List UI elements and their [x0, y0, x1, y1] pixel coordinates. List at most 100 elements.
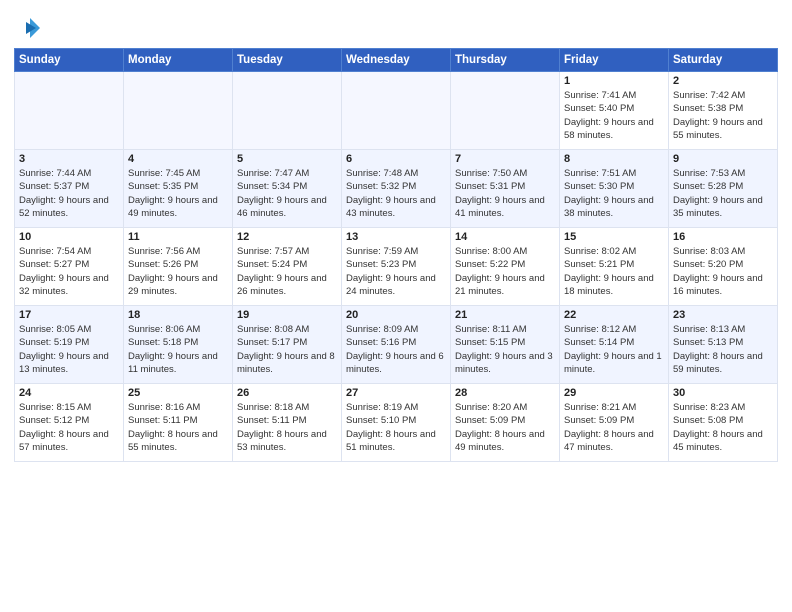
calendar-header: SundayMondayTuesdayWednesdayThursdayFrid…	[15, 49, 778, 72]
day-detail: Sunrise: 8:23 AMSunset: 5:08 PMDaylight:…	[673, 401, 773, 454]
day-number: 7	[455, 153, 555, 165]
weekday-header: Tuesday	[233, 49, 342, 72]
day-detail: Sunrise: 8:06 AMSunset: 5:18 PMDaylight:…	[128, 323, 228, 376]
day-number: 14	[455, 231, 555, 243]
calendar-cell: 15Sunrise: 8:02 AMSunset: 5:21 PMDayligh…	[560, 228, 669, 306]
day-number: 27	[346, 387, 446, 399]
calendar-cell: 5 Sunrise: 7:47 AMSunset: 5:34 PMDaylight…	[233, 150, 342, 228]
day-detail: Sunrise: 7:53 AMSunset: 5:28 PMDaylight:…	[673, 167, 773, 220]
day-number: 2	[673, 75, 773, 87]
logo-icon	[14, 14, 42, 42]
calendar-cell: 1Sunrise: 7:41 AMSunset: 5:40 PMDaylight…	[560, 72, 669, 150]
calendar-cell: 24Sunrise: 8:15 AMSunset: 5:12 PMDayligh…	[15, 384, 124, 462]
calendar-cell: 16Sunrise: 8:03 AMSunset: 5:20 PMDayligh…	[669, 228, 778, 306]
day-detail: Sunrise: 7:42 AMSunset: 5:38 PMDaylight:…	[673, 89, 773, 142]
calendar-week-row: 17 Sunrise: 8:05 AMSunset: 5:19 PMDayligh…	[15, 306, 778, 384]
calendar-cell: 3Sunrise: 7:44 AMSunset: 5:37 PMDaylight…	[15, 150, 124, 228]
day-detail: Sunrise: 8:05 AMSunset: 5:19 PMDaylight:…	[19, 323, 119, 376]
day-number: 25	[128, 387, 228, 399]
weekday-header: Friday	[560, 49, 669, 72]
day-detail: Sunrise: 8:16 AMSunset: 5:11 PMDaylight:…	[128, 401, 228, 454]
day-detail: Sunrise: 8:19 AMSunset: 5:10 PMDaylight:…	[346, 401, 446, 454]
logo	[14, 14, 46, 42]
day-number: 12	[237, 231, 337, 243]
day-detail: Sunrise: 7:54 AMSunset: 5:27 PMDaylight:…	[19, 245, 119, 298]
day-detail: Sunrise: 8:02 AMSunset: 5:21 PMDaylight:…	[564, 245, 664, 298]
day-detail: Sunrise: 7:57 AMSunset: 5:24 PMDaylight:…	[237, 245, 337, 298]
day-detail: Sunrise: 8:08 AMSunset: 5:17 PMDaylight:…	[237, 323, 337, 376]
day-number: 16	[673, 231, 773, 243]
day-detail: Sunrise: 7:56 AMSunset: 5:26 PMDaylight:…	[128, 245, 228, 298]
calendar-week-row: 24Sunrise: 8:15 AMSunset: 5:12 PMDayligh…	[15, 384, 778, 462]
day-number: 20	[346, 309, 446, 321]
calendar-cell: 12 Sunrise: 7:57 AMSunset: 5:24 PMDayligh…	[233, 228, 342, 306]
calendar-cell: 2 Sunrise: 7:42 AMSunset: 5:38 PMDaylight…	[669, 72, 778, 150]
day-number: 28	[455, 387, 555, 399]
header	[14, 10, 778, 42]
weekday-header: Wednesday	[342, 49, 451, 72]
day-number: 18	[128, 309, 228, 321]
calendar-cell: 4Sunrise: 7:45 AMSunset: 5:35 PMDaylight…	[124, 150, 233, 228]
calendar-cell: 28 Sunrise: 8:20 AMSunset: 5:09 PMDayligh…	[451, 384, 560, 462]
day-number: 4	[128, 153, 228, 165]
calendar-cell	[15, 72, 124, 150]
day-number: 6	[346, 153, 446, 165]
day-number: 17	[19, 309, 119, 321]
calendar-cell: 26Sunrise: 8:18 AMSunset: 5:11 PMDayligh…	[233, 384, 342, 462]
calendar-cell: 23 Sunrise: 8:13 AMSunset: 5:13 PMDayligh…	[669, 306, 778, 384]
day-number: 13	[346, 231, 446, 243]
day-detail: Sunrise: 8:13 AMSunset: 5:13 PMDaylight:…	[673, 323, 773, 376]
calendar-cell: 14 Sunrise: 8:00 AMSunset: 5:22 PMDayligh…	[451, 228, 560, 306]
header-row: SundayMondayTuesdayWednesdayThursdayFrid…	[15, 49, 778, 72]
day-detail: Sunrise: 8:00 AMSunset: 5:22 PMDaylight:…	[455, 245, 555, 298]
weekday-header: Saturday	[669, 49, 778, 72]
calendar-cell: 7 Sunrise: 7:50 AMSunset: 5:31 PMDaylight…	[451, 150, 560, 228]
calendar-cell: 8 Sunrise: 7:51 AMSunset: 5:30 PMDaylight…	[560, 150, 669, 228]
day-number: 9	[673, 153, 773, 165]
day-number: 8	[564, 153, 664, 165]
day-number: 19	[237, 309, 337, 321]
day-number: 22	[564, 309, 664, 321]
calendar-cell	[233, 72, 342, 150]
calendar-cell: 21 Sunrise: 8:11 AMSunset: 5:15 PMDayligh…	[451, 306, 560, 384]
day-detail: Sunrise: 8:20 AMSunset: 5:09 PMDaylight:…	[455, 401, 555, 454]
day-number: 5	[237, 153, 337, 165]
calendar-cell: 17 Sunrise: 8:05 AMSunset: 5:19 PMDayligh…	[15, 306, 124, 384]
day-detail: Sunrise: 7:51 AMSunset: 5:30 PMDaylight:…	[564, 167, 664, 220]
day-detail: Sunrise: 8:11 AMSunset: 5:15 PMDaylight:…	[455, 323, 555, 376]
day-detail: Sunrise: 8:09 AMSunset: 5:16 PMDaylight:…	[346, 323, 446, 376]
page-container: SundayMondayTuesdayWednesdayThursdayFrid…	[0, 0, 792, 470]
calendar-table: SundayMondayTuesdayWednesdayThursdayFrid…	[14, 48, 778, 462]
day-detail: Sunrise: 7:59 AMSunset: 5:23 PMDaylight:…	[346, 245, 446, 298]
calendar-cell	[124, 72, 233, 150]
weekday-header: Sunday	[15, 49, 124, 72]
calendar-cell: 29 Sunrise: 8:21 AMSunset: 5:09 PMDayligh…	[560, 384, 669, 462]
calendar-cell: 19 Sunrise: 8:08 AMSunset: 5:17 PMDayligh…	[233, 306, 342, 384]
calendar-body: 1Sunrise: 7:41 AMSunset: 5:40 PMDaylight…	[15, 72, 778, 462]
calendar-week-row: 10 Sunrise: 7:54 AMSunset: 5:27 PMDayligh…	[15, 228, 778, 306]
calendar-cell: 10 Sunrise: 7:54 AMSunset: 5:27 PMDayligh…	[15, 228, 124, 306]
day-detail: Sunrise: 7:50 AMSunset: 5:31 PMDaylight:…	[455, 167, 555, 220]
day-number: 23	[673, 309, 773, 321]
calendar-cell: 30 Sunrise: 8:23 AMSunset: 5:08 PMDayligh…	[669, 384, 778, 462]
calendar-cell: 20 Sunrise: 8:09 AMSunset: 5:16 PMDayligh…	[342, 306, 451, 384]
day-number: 3	[19, 153, 119, 165]
day-number: 11	[128, 231, 228, 243]
day-number: 30	[673, 387, 773, 399]
calendar-cell: 13 Sunrise: 7:59 AMSunset: 5:23 PMDayligh…	[342, 228, 451, 306]
day-detail: Sunrise: 8:12 AMSunset: 5:14 PMDaylight:…	[564, 323, 664, 376]
day-detail: Sunrise: 7:47 AMSunset: 5:34 PMDaylight:…	[237, 167, 337, 220]
weekday-header: Thursday	[451, 49, 560, 72]
day-number: 29	[564, 387, 664, 399]
day-number: 10	[19, 231, 119, 243]
calendar-cell: 18 Sunrise: 8:06 AMSunset: 5:18 PMDayligh…	[124, 306, 233, 384]
day-detail: Sunrise: 8:15 AMSunset: 5:12 PMDaylight:…	[19, 401, 119, 454]
calendar-week-row: 1Sunrise: 7:41 AMSunset: 5:40 PMDaylight…	[15, 72, 778, 150]
day-number: 21	[455, 309, 555, 321]
calendar-cell	[451, 72, 560, 150]
calendar-week-row: 3Sunrise: 7:44 AMSunset: 5:37 PMDaylight…	[15, 150, 778, 228]
weekday-header: Monday	[124, 49, 233, 72]
calendar-cell: 6Sunrise: 7:48 AMSunset: 5:32 PMDaylight…	[342, 150, 451, 228]
day-detail: Sunrise: 8:21 AMSunset: 5:09 PMDaylight:…	[564, 401, 664, 454]
day-number: 1	[564, 75, 664, 87]
